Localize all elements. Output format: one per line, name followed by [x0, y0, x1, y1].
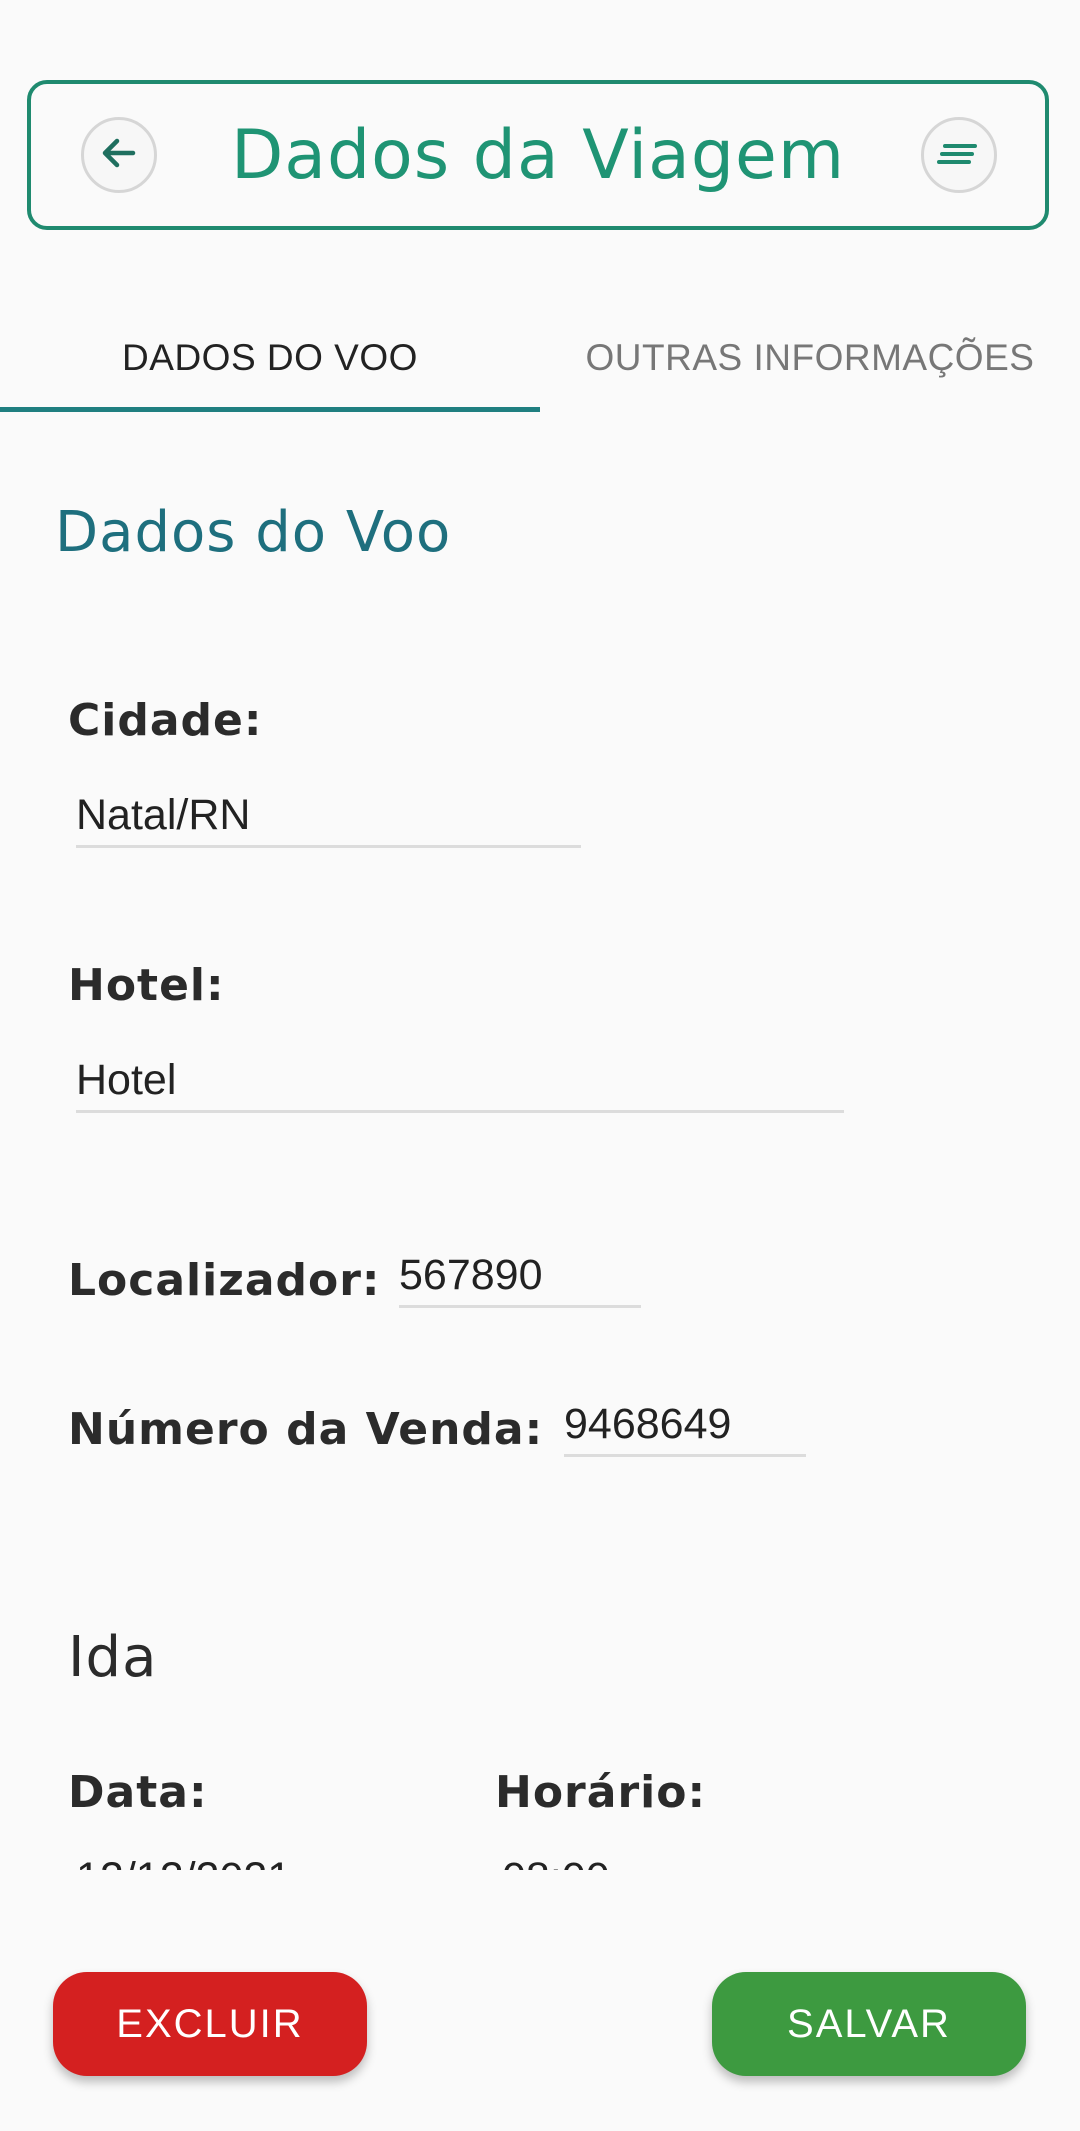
menu-button[interactable]	[921, 117, 997, 193]
app-header: Dados da Viagem	[27, 80, 1049, 230]
section-title: Dados do Voo	[55, 500, 452, 565]
tab-dados-do-voo[interactable]: DADOS DO VOO	[0, 300, 540, 415]
cidade-field[interactable]: Natal/RN	[76, 785, 581, 848]
ida-title: Ida	[68, 1625, 158, 1690]
lines-icon	[935, 133, 983, 177]
back-button[interactable]	[81, 117, 157, 193]
tab-outras-informacoes[interactable]: OUTRAS INFORMAÇÕES	[540, 300, 1080, 415]
hotel-field[interactable]: Hotel	[76, 1050, 844, 1113]
salvar-button[interactable]: SALVAR	[712, 1972, 1026, 2076]
localizador-label: Localizador:	[68, 1255, 381, 1306]
horario-label: Horário:	[495, 1767, 707, 1818]
localizador-field[interactable]: 567890	[399, 1245, 641, 1308]
horario-field[interactable]: 08:00	[502, 1848, 722, 1870]
cidade-label: Cidade:	[68, 695, 263, 746]
scroll-clip: 12/12/2021 08:00	[0, 1840, 1080, 1870]
arrow-left-icon	[97, 131, 141, 179]
active-tab-indicator	[0, 407, 540, 412]
hotel-label: Hotel:	[68, 960, 225, 1011]
data-field[interactable]: 12/12/2021	[76, 1848, 376, 1870]
data-label: Data:	[68, 1767, 208, 1818]
numero-venda-field[interactable]: 9468649	[564, 1394, 806, 1457]
page: Dados da Viagem DADOS DO VOO OUTRAS INFO…	[0, 0, 1080, 2131]
page-title: Dados da Viagem	[230, 115, 846, 195]
numero-venda-label: Número da Venda:	[68, 1404, 544, 1455]
tab-bar: DADOS DO VOO OUTRAS INFORMAÇÕES	[0, 300, 1080, 415]
excluir-button[interactable]: EXCLUIR	[53, 1972, 367, 2076]
